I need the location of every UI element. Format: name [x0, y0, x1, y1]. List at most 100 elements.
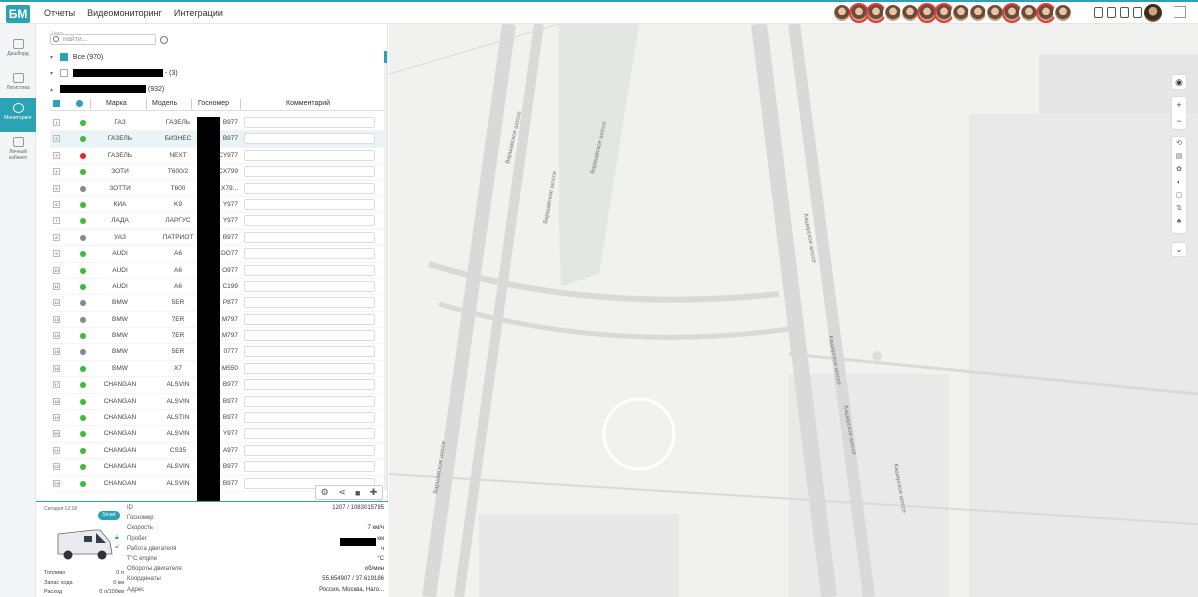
comment-input[interactable]	[244, 461, 375, 473]
map-canvas[interactable]: Варшавское шоссе Варшавское шоссе Варшав…	[389, 24, 1198, 597]
row-checkbox[interactable]: 16	[53, 364, 60, 372]
row-checkbox[interactable]: 15	[53, 348, 60, 356]
nav-reports[interactable]: Отчеты	[44, 8, 75, 18]
row-checkbox[interactable]: 6	[53, 200, 60, 208]
comment-input[interactable]	[244, 297, 375, 309]
row-checkbox[interactable]: 19	[53, 414, 60, 422]
column-separator	[240, 99, 241, 109]
status-dot-icon	[80, 218, 86, 225]
scrollbar-thumb[interactable]	[384, 51, 387, 63]
rotate-icon[interactable]: ⟲	[1172, 137, 1186, 150]
sidebar-item-dashboard[interactable]: Дашборд	[0, 34, 36, 68]
checkbox-all[interactable]	[59, 53, 68, 61]
map-view[interactable]: Варшавское шоссе Варшавское шоссе Варшав…	[389, 24, 1198, 597]
comment-input[interactable]	[244, 412, 375, 424]
row-checkbox[interactable]: 14	[53, 332, 60, 340]
column-comment[interactable]: Комментарий	[286, 100, 330, 107]
comment-input[interactable]	[244, 117, 375, 128]
tree-node-group1[interactable]: ▾ - (3)	[50, 69, 178, 77]
chevron-down-icon[interactable]: ▾	[50, 70, 58, 77]
map-layers-button[interactable]: ◉	[1171, 74, 1187, 90]
table-scrollbar[interactable]	[384, 51, 387, 490]
add-icon[interactable]: ✚	[370, 487, 378, 498]
share-icon[interactable]: ⋖	[338, 487, 346, 498]
comment-input[interactable]	[244, 428, 375, 440]
document-icon[interactable]	[1094, 7, 1103, 18]
comment-input[interactable]	[244, 248, 375, 260]
toggle-icon[interactable]: ◐	[1172, 176, 1186, 189]
row-checkbox[interactable]: 23	[53, 479, 60, 487]
avatar[interactable]	[1053, 3, 1073, 23]
row-checkbox[interactable]: 18	[53, 397, 60, 405]
checkbox-group1[interactable]	[59, 69, 68, 77]
row-checkbox[interactable]: 12	[53, 299, 60, 307]
comment-input[interactable]	[244, 379, 375, 391]
row-checkbox[interactable]: 13	[53, 315, 60, 323]
row-checkbox[interactable]: 7	[53, 217, 60, 225]
search-input[interactable]: найти...	[50, 34, 156, 45]
row-checkbox[interactable]: 1	[53, 119, 60, 126]
comment-input[interactable]	[244, 330, 375, 342]
settings-icon[interactable]: ✿	[1172, 163, 1186, 176]
comment-input[interactable]	[244, 362, 375, 374]
row-checkbox[interactable]: 2	[53, 135, 60, 143]
row-checkbox[interactable]: 9	[53, 250, 60, 258]
trash-icon[interactable]: ■	[355, 488, 360, 498]
row-checkbox[interactable]: 5	[53, 184, 60, 192]
comment-input[interactable]	[244, 346, 375, 358]
last-update: Сегодня 12:18	[44, 506, 78, 512]
comment-input[interactable]	[244, 444, 375, 456]
objects-icon[interactable]: ♣	[1172, 215, 1186, 228]
row-checkbox[interactable]: 20	[53, 430, 60, 438]
comment-input[interactable]	[244, 231, 375, 243]
comment-input[interactable]	[244, 149, 375, 161]
comment-input[interactable]	[244, 215, 375, 227]
row-checkbox[interactable]: 11	[53, 282, 60, 290]
row-checkbox[interactable]: 4	[53, 168, 60, 176]
app-logo[interactable]: БМ	[6, 5, 30, 23]
row-checkbox[interactable]: 22	[53, 463, 60, 471]
select-all-checkbox[interactable]	[53, 100, 60, 107]
column-plate[interactable]: Госномер	[198, 100, 229, 107]
status-column-icon[interactable]	[76, 100, 83, 107]
clear-filter-icon[interactable]	[160, 36, 168, 44]
chevron-up-icon[interactable]: ▴	[50, 86, 58, 93]
comment-input[interactable]	[244, 182, 375, 194]
chevron-down-icon[interactable]: ▾	[50, 54, 58, 61]
detail-value: 55.654907 / 37.619186	[322, 576, 384, 583]
row-checkbox[interactable]: 17	[53, 381, 60, 389]
zoom-in-button[interactable]: +	[1172, 97, 1186, 113]
sidebar-item-monitoring[interactable]: Мониторинг	[0, 98, 36, 132]
bell-icon[interactable]	[1120, 7, 1129, 18]
nav-integrations[interactable]: Интеграции	[174, 8, 223, 18]
sidebar-item-logistics[interactable]: Логистика	[0, 68, 36, 102]
comment-input[interactable]	[244, 166, 375, 178]
comment-input[interactable]	[244, 198, 375, 210]
comment-input[interactable]	[244, 264, 375, 276]
row-checkbox[interactable]: 3	[53, 151, 60, 159]
sidebar-item-account[interactable]: Личный кабинет	[0, 132, 36, 166]
ruler-icon[interactable]: ▤	[1172, 150, 1186, 163]
column-brand[interactable]: Марка	[106, 100, 127, 107]
route-icon[interactable]: ⇅	[1172, 202, 1186, 215]
chevron-down-icon[interactable]: ⌄	[1171, 242, 1187, 257]
edit-icon[interactable]	[1107, 7, 1116, 18]
row-checkbox[interactable]: 21	[53, 446, 60, 454]
current-user-avatar[interactable]	[1144, 4, 1162, 22]
area-icon[interactable]: ▢	[1172, 189, 1186, 202]
logout-icon[interactable]	[1174, 6, 1186, 18]
row-checkbox[interactable]: 10	[53, 266, 60, 274]
column-model[interactable]: Модель	[152, 100, 177, 107]
logistics-icon	[12, 73, 24, 83]
comment-input[interactable]	[244, 133, 375, 145]
comment-input[interactable]	[244, 280, 375, 292]
settings-icon[interactable]: ⚙	[321, 487, 329, 498]
tree-node-group2[interactable]: ▴ (932)	[50, 85, 164, 93]
row-checkbox[interactable]: 8	[53, 233, 60, 241]
comment-input[interactable]	[244, 395, 375, 407]
zoom-out-button[interactable]: −	[1172, 113, 1186, 129]
chat-icon[interactable]	[1133, 7, 1142, 18]
nav-video-monitoring[interactable]: Видеомониторинг	[87, 8, 162, 18]
comment-input[interactable]	[244, 313, 375, 325]
tree-node-all[interactable]: ▾ Все (970)	[50, 53, 103, 61]
